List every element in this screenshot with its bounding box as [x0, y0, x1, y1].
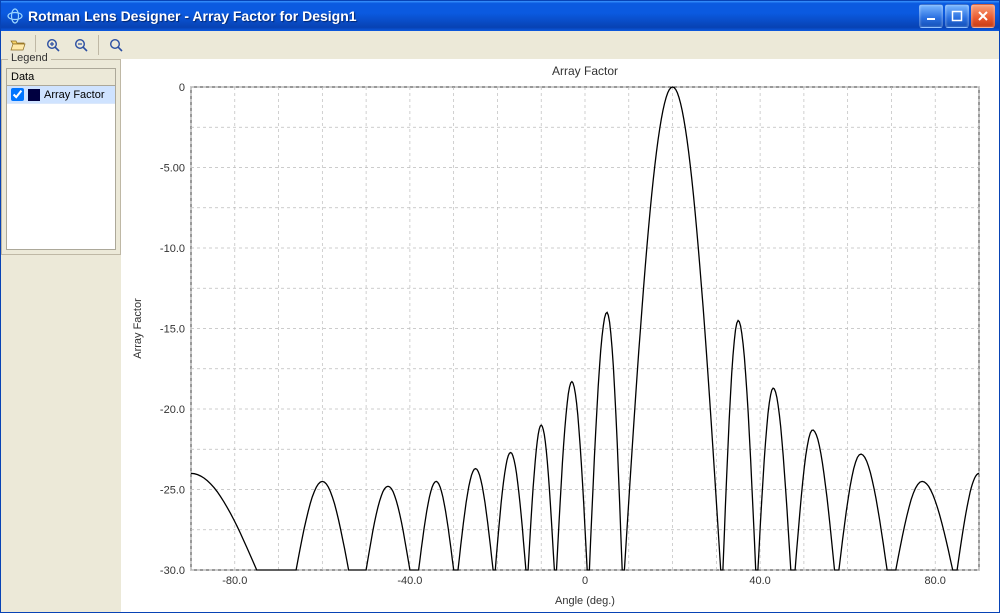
window-title: Rotman Lens Designer - Array Factor for …	[28, 8, 919, 24]
chart-svg: -80.0 -40.0 0 40.0 80.0 -30.0 -25.0 -20.0 -15.0 -…	[121, 59, 999, 612]
svg-text:-15.0: -15.0	[160, 324, 185, 336]
maximize-button[interactable]	[945, 4, 969, 28]
svg-text:-20.0: -20.0	[160, 404, 185, 416]
app-window: Rotman Lens Designer - Array Factor for …	[0, 0, 1000, 613]
title-bar: Rotman Lens Designer - Array Factor for …	[1, 1, 999, 31]
close-button[interactable]	[971, 4, 995, 28]
svg-text:-25.0: -25.0	[160, 485, 185, 497]
svg-text:0: 0	[582, 575, 588, 587]
svg-text:Array Factor: Array Factor	[552, 64, 618, 78]
legend-panel: Legend Data Array Factor	[1, 59, 121, 612]
legend-header: Data	[7, 69, 115, 86]
legend-item[interactable]: Array Factor	[7, 86, 115, 104]
minimize-button[interactable]	[919, 4, 943, 28]
legend-group: Legend Data Array Factor	[1, 59, 121, 255]
toolbar-separator	[98, 35, 99, 55]
plot-area[interactable]: -80.0 -40.0 0 40.0 80.0 -30.0 -25.0 -20.0 -15.0 -…	[121, 59, 999, 612]
svg-text:0: 0	[179, 82, 185, 94]
zoom-fit-icon	[108, 37, 124, 53]
svg-text:Array Factor: Array Factor	[132, 298, 144, 359]
svg-text:80.0: 80.0	[925, 575, 946, 587]
window-controls	[919, 4, 995, 28]
toolbar	[1, 31, 999, 60]
app-icon	[7, 8, 23, 24]
zoom-out-icon	[73, 37, 89, 53]
zoom-fit-button[interactable]	[103, 33, 129, 57]
legend-item-checkbox[interactable]	[11, 88, 24, 101]
legend-list: Data Array Factor	[6, 68, 116, 250]
folder-open-icon	[10, 37, 26, 53]
svg-text:-80.0: -80.0	[222, 575, 247, 587]
legend-item-label: Array Factor	[44, 89, 105, 101]
svg-text:-5.00: -5.00	[160, 163, 185, 175]
zoom-out-button[interactable]	[68, 33, 94, 57]
legend-item-swatch	[28, 89, 40, 101]
legend-group-label: Legend	[8, 52, 51, 64]
svg-text:40.0: 40.0	[749, 575, 770, 587]
client-area: Legend Data Array Factor -80.0 -40.0 0 40.0…	[1, 59, 999, 612]
svg-text:-10.0: -10.0	[160, 243, 185, 255]
svg-text:-30.0: -30.0	[160, 565, 185, 577]
zoom-in-icon	[45, 37, 61, 53]
svg-text:Angle (deg.): Angle (deg.)	[555, 595, 615, 607]
svg-text:-40.0: -40.0	[397, 575, 422, 587]
